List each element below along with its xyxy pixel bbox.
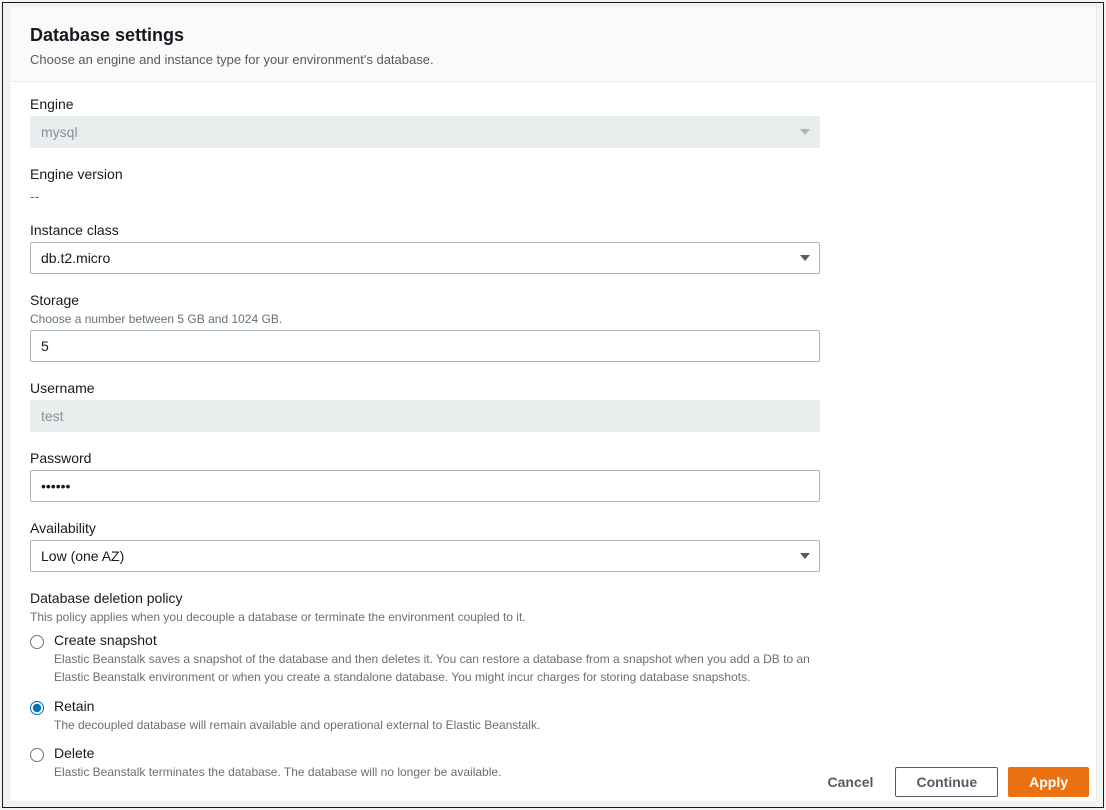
password-label: Password bbox=[30, 450, 820, 466]
instance-class-field-group: Instance class bbox=[30, 222, 820, 274]
page-title: Database settings bbox=[30, 25, 1076, 46]
form-section: Engine Engine version -- Instance class … bbox=[9, 82, 1097, 802]
deletion-policy-field-group: Database deletion policy This policy app… bbox=[30, 590, 820, 781]
radio-desc-delete: Elastic Beanstalk terminates the databas… bbox=[54, 765, 501, 779]
engine-version-field-group: Engine version -- bbox=[30, 166, 820, 204]
database-settings-panel: Database settings Choose an engine and i… bbox=[2, 2, 1104, 808]
username-field-group: Username bbox=[30, 380, 820, 432]
password-input[interactable] bbox=[30, 470, 820, 502]
availability-label: Availability bbox=[30, 520, 820, 536]
continue-button[interactable]: Continue bbox=[895, 767, 998, 797]
radio-label-delete: Delete bbox=[54, 745, 820, 761]
instance-class-select[interactable] bbox=[30, 242, 820, 274]
footer-buttons: Cancel Continue Apply bbox=[816, 767, 1089, 797]
radio-create-snapshot[interactable] bbox=[30, 635, 44, 649]
cancel-button[interactable]: Cancel bbox=[816, 767, 886, 797]
storage-field-group: Storage Choose a number between 5 GB and… bbox=[30, 292, 820, 362]
instance-class-select-wrapper[interactable] bbox=[30, 242, 820, 274]
radio-option-create-snapshot[interactable]: Create snapshot Elastic Beanstalk saves … bbox=[30, 632, 820, 686]
storage-hint: Choose a number between 5 GB and 1024 GB… bbox=[30, 312, 820, 326]
radio-retain[interactable] bbox=[30, 701, 44, 715]
deletion-policy-hint: This policy applies when you decouple a … bbox=[30, 610, 820, 624]
engine-select-wrapper bbox=[30, 116, 820, 148]
radio-label-retain: Retain bbox=[54, 698, 820, 714]
header-section: Database settings Choose an engine and i… bbox=[9, 7, 1097, 82]
deletion-policy-label: Database deletion policy bbox=[30, 590, 820, 606]
deletion-policy-radio-group: Create snapshot Elastic Beanstalk saves … bbox=[30, 632, 820, 781]
page-subtitle: Choose an engine and instance type for y… bbox=[30, 52, 1076, 67]
availability-select-wrapper[interactable] bbox=[30, 540, 820, 572]
storage-input[interactable] bbox=[30, 330, 820, 362]
radio-desc-retain: The decoupled database will remain avail… bbox=[54, 718, 540, 732]
radio-desc-create-snapshot: Elastic Beanstalk saves a snapshot of th… bbox=[54, 652, 810, 684]
radio-delete[interactable] bbox=[30, 748, 44, 762]
availability-select[interactable] bbox=[30, 540, 820, 572]
username-label: Username bbox=[30, 380, 820, 396]
username-input bbox=[30, 400, 820, 432]
engine-version-label: Engine version bbox=[30, 166, 820, 182]
engine-field-group: Engine bbox=[30, 96, 820, 148]
radio-option-delete[interactable]: Delete Elastic Beanstalk terminates the … bbox=[30, 745, 820, 781]
apply-button[interactable]: Apply bbox=[1008, 767, 1089, 797]
password-field-group: Password bbox=[30, 450, 820, 502]
storage-label: Storage bbox=[30, 292, 820, 308]
instance-class-label: Instance class bbox=[30, 222, 820, 238]
radio-label-create-snapshot: Create snapshot bbox=[54, 632, 820, 648]
engine-label: Engine bbox=[30, 96, 820, 112]
engine-version-value: -- bbox=[30, 186, 820, 204]
availability-field-group: Availability bbox=[30, 520, 820, 572]
radio-option-retain[interactable]: Retain The decoupled database will remai… bbox=[30, 698, 820, 734]
engine-select bbox=[30, 116, 820, 148]
